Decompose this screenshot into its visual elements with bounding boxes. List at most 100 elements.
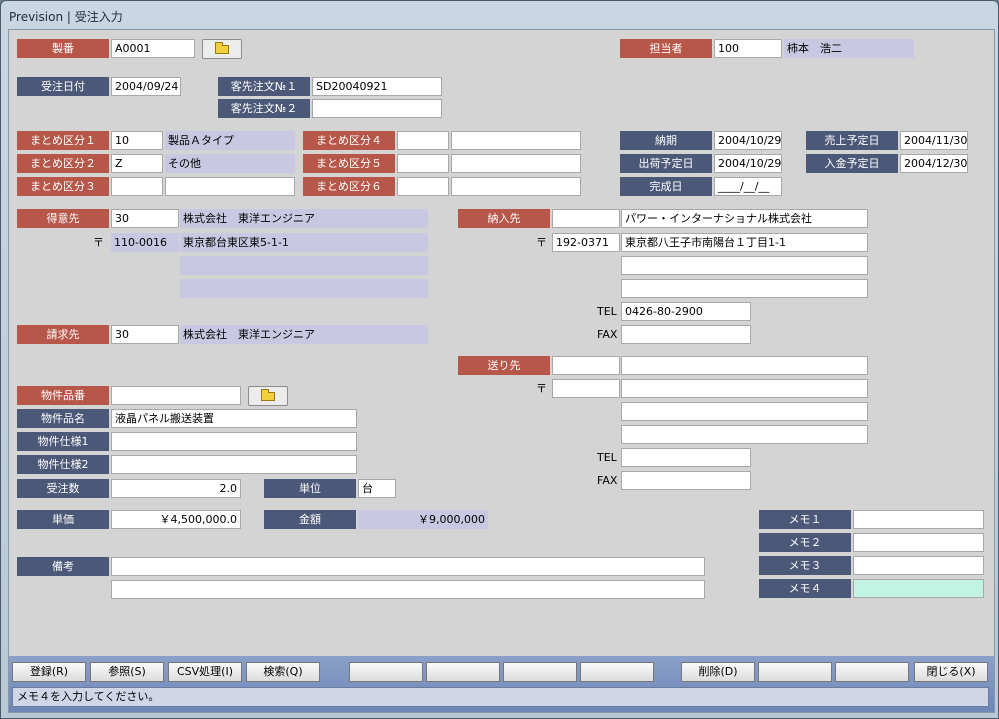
item-name-label: 物件品名 <box>17 409 109 428</box>
quantity-input[interactable]: 2.0 <box>111 479 241 498</box>
group3-label: まとめ区分３ <box>17 177 109 196</box>
group3-code-input[interactable] <box>111 177 163 196</box>
order-date-input[interactable]: 2004/09/24 <box>111 77 181 96</box>
memo2-input[interactable] <box>853 533 984 552</box>
function-button-5[interactable] <box>349 662 423 682</box>
shipto-address1-input[interactable] <box>621 379 868 398</box>
group4-label: まとめ区分４ <box>303 131 395 150</box>
seiban-label: 製番 <box>17 39 109 58</box>
search-button[interactable]: 検索(Q) <box>246 662 320 682</box>
memo3-input[interactable] <box>853 556 984 575</box>
uriage-input[interactable]: 2004/11/30 <box>900 131 968 150</box>
tantou-name: 柿本 浩二 <box>784 39 914 58</box>
shukka-input[interactable]: 2004/10/29 <box>714 154 782 173</box>
group6-code-input[interactable] <box>397 177 449 196</box>
group1-name: 製品Ａタイプ <box>165 131 295 150</box>
item-code-input[interactable] <box>111 386 241 405</box>
group5-label: まとめ区分５ <box>303 154 395 173</box>
seiban-folder-button[interactable] <box>202 39 242 59</box>
memo3-label: メモ３ <box>759 556 851 575</box>
item-code-label: 物件品番 <box>17 386 109 405</box>
function-button-7[interactable] <box>503 662 577 682</box>
billing-label: 請求先 <box>17 325 109 344</box>
tantou-code-input[interactable]: 100 <box>714 39 782 58</box>
folder-icon <box>261 389 275 401</box>
group2-name: その他 <box>165 154 295 173</box>
billing-code-input[interactable]: 30 <box>111 325 179 344</box>
seiban-input[interactable]: A0001 <box>111 39 195 58</box>
item-spec2-input[interactable] <box>111 455 357 474</box>
memo4-input[interactable] <box>853 579 984 598</box>
delivery-address1-input[interactable]: 東京都八王子市南陽台１丁目1-1 <box>621 233 868 252</box>
group5-name <box>451 154 581 173</box>
shipto-name-input[interactable] <box>621 356 868 375</box>
remarks-input-2[interactable] <box>111 580 705 599</box>
status-bar: メモ４を入力してください。 <box>12 687 989 707</box>
item-name-input[interactable]: 液晶パネル搬送装置 <box>111 409 357 428</box>
customer-zip-mark: 〒 <box>93 236 104 249</box>
quantity-label: 受注数 <box>17 479 109 498</box>
memo2-label: メモ２ <box>759 533 851 552</box>
unit-input[interactable]: 台 <box>358 479 396 498</box>
kansei-input[interactable]: ____/__/__ <box>714 177 782 196</box>
cust-order-no2-input[interactable] <box>312 99 442 118</box>
group3-name <box>165 177 295 196</box>
function-button-8[interactable] <box>580 662 654 682</box>
csv-button[interactable]: CSV処理(I) <box>168 662 242 682</box>
function-button-6[interactable] <box>426 662 500 682</box>
customer-code-input[interactable]: 30 <box>111 209 179 228</box>
group2-code-input[interactable]: Z <box>111 154 163 173</box>
shipto-fax-input[interactable] <box>621 471 751 490</box>
unit-price-input[interactable]: ￥4,500,000.0 <box>111 510 241 529</box>
unit-price-label: 単価 <box>17 510 109 529</box>
delivery-code-input[interactable] <box>552 209 620 228</box>
cust-order-no1-label: 客先注文№１ <box>218 77 310 96</box>
item-folder-button[interactable] <box>248 386 288 406</box>
delete-button[interactable]: 削除(D) <box>681 662 755 682</box>
customer-address1: 東京都台東区東5-1-1 <box>180 233 428 252</box>
shipto-tel-label: TEL <box>597 451 617 464</box>
function-button-10[interactable] <box>758 662 832 682</box>
delivery-address3-input[interactable] <box>621 279 868 298</box>
title-bar[interactable]: Prevision | 受注入力 <box>1 1 998 29</box>
nyukin-label: 入金予定日 <box>806 154 898 173</box>
delivery-label: 納入先 <box>458 209 550 228</box>
delivery-tel-input[interactable]: 0426-80-2900 <box>621 302 751 321</box>
group1-label: まとめ区分１ <box>17 131 109 150</box>
group6-label: まとめ区分６ <box>303 177 395 196</box>
delivery-fax-input[interactable] <box>621 325 751 344</box>
group1-code-input[interactable]: 10 <box>111 131 163 150</box>
nyukin-input[interactable]: 2004/12/30 <box>900 154 968 173</box>
register-button[interactable]: 登録(R) <box>12 662 86 682</box>
shipto-zip-mark: 〒 <box>536 382 547 395</box>
nouki-label: 納期 <box>620 131 712 150</box>
group4-code-input[interactable] <box>397 131 449 150</box>
shipto-code-input[interactable] <box>552 356 620 375</box>
shipto-address2-input[interactable] <box>621 402 868 421</box>
cust-order-no1-input[interactable]: SD20040921 <box>312 77 442 96</box>
billing-name: 株式会社 東洋エンジニア <box>180 325 428 344</box>
delivery-name-input[interactable]: パワー・インターナショナル株式会社 <box>621 209 868 228</box>
customer-name: 株式会社 東洋エンジニア <box>180 209 428 228</box>
kansei-label: 完成日 <box>620 177 712 196</box>
nouki-input[interactable]: 2004/10/29 <box>714 131 782 150</box>
item-spec1-label: 物件仕様1 <box>17 432 109 451</box>
group4-name <box>451 131 581 150</box>
group5-code-input[interactable] <box>397 154 449 173</box>
group2-label: まとめ区分２ <box>17 154 109 173</box>
function-key-bar: 登録(R) 参照(S) CSV処理(I) 検索(Q) 削除(D) 閉じる(X) … <box>9 656 994 712</box>
item-spec1-input[interactable] <box>111 432 357 451</box>
delivery-address2-input[interactable] <box>621 256 868 275</box>
close-button[interactable]: 閉じる(X) <box>914 662 988 682</box>
remarks-input-1[interactable] <box>111 557 705 576</box>
reference-button[interactable]: 参照(S) <box>90 662 164 682</box>
memo4-label: メモ４ <box>759 579 851 598</box>
memo1-input[interactable] <box>853 510 984 529</box>
window-title: Prevision | 受注入力 <box>9 10 123 24</box>
shipto-address3-input[interactable] <box>621 425 868 444</box>
shipto-tel-input[interactable] <box>621 448 751 467</box>
shukka-label: 出荷予定日 <box>620 154 712 173</box>
delivery-zip-input[interactable]: 192-0371 <box>552 233 620 252</box>
shipto-zip-input[interactable] <box>552 379 620 398</box>
function-button-11[interactable] <box>835 662 909 682</box>
